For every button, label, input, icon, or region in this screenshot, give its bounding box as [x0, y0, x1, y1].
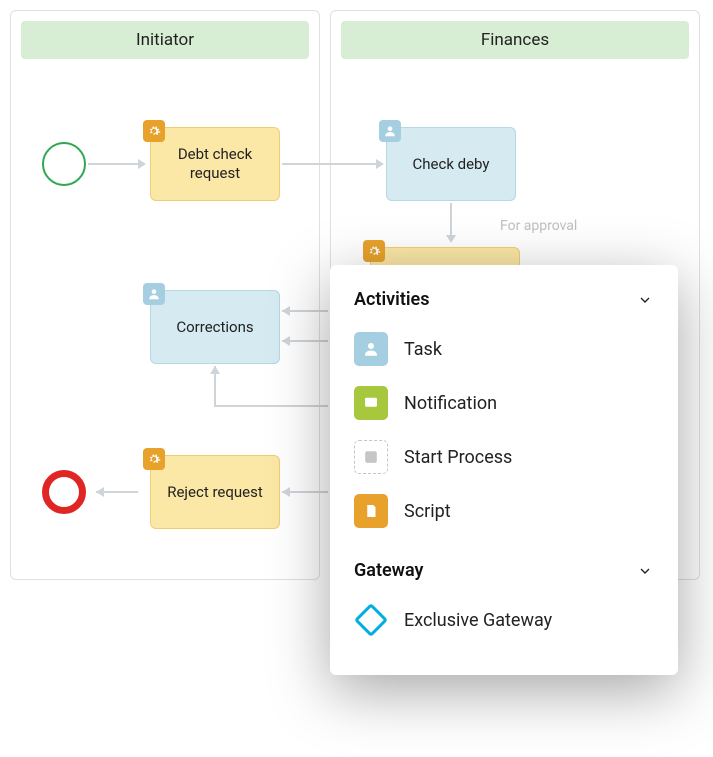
arrowhead-icon: [446, 235, 456, 243]
arrowhead-icon: [96, 487, 104, 497]
task-label: Check deby: [412, 155, 489, 174]
chevron-down-icon: [636, 291, 654, 309]
section-title: Activities: [354, 289, 429, 310]
task-label: Corrections: [176, 318, 253, 337]
connector: [214, 405, 328, 407]
connector: [88, 163, 138, 165]
palette-item-label: Exclusive Gateway: [404, 610, 552, 631]
task-reject-request[interactable]: Reject request: [150, 455, 280, 529]
palette-item-label: Notification: [404, 393, 497, 414]
script-icon: [354, 494, 388, 528]
palette-section-activities[interactable]: Activities: [354, 289, 654, 310]
palette-item-script[interactable]: Script: [354, 484, 654, 538]
palette-item-task[interactable]: Task: [354, 322, 654, 376]
palette-item-label: Start Process: [404, 447, 512, 468]
task-check-deby[interactable]: Check deby: [386, 127, 516, 201]
lane-initiator-header: Initiator: [21, 21, 309, 59]
task-corrections[interactable]: Corrections: [150, 290, 280, 364]
palette-item-label: Task: [404, 339, 442, 360]
connector: [282, 163, 376, 165]
palette-item-label: Script: [404, 501, 451, 522]
user-icon: [143, 283, 165, 305]
edge-label-for-approval: For approval: [500, 218, 577, 234]
lane-finances-header: Finances: [341, 21, 689, 59]
arrowhead-icon: [376, 159, 384, 169]
diamond-icon: [354, 603, 388, 637]
user-icon: [354, 332, 388, 366]
arrowhead-icon: [138, 159, 146, 169]
palette-section-gateway[interactable]: Gateway: [354, 560, 654, 581]
task-label: Debt check request: [161, 145, 269, 183]
start-process-icon: [354, 440, 388, 474]
user-icon: [379, 120, 401, 142]
palette-item-start-process[interactable]: Start Process: [354, 430, 654, 484]
arrowhead-icon: [282, 487, 290, 497]
arrowhead-icon: [282, 336, 290, 346]
gear-icon: [143, 120, 165, 142]
palette-item-exclusive-gateway[interactable]: Exclusive Gateway: [354, 593, 654, 647]
end-event[interactable]: [42, 470, 86, 514]
gear-icon: [143, 448, 165, 470]
notification-icon: [354, 386, 388, 420]
section-title: Gateway: [354, 560, 423, 581]
arrowhead-icon: [282, 306, 290, 316]
start-event[interactable]: [42, 142, 86, 186]
palette-panel: Activities Task Notification Start Proce…: [330, 265, 678, 675]
gear-icon: [363, 240, 385, 262]
connector: [450, 203, 452, 235]
arrowhead-icon: [210, 366, 220, 374]
chevron-down-icon: [636, 562, 654, 580]
task-label: Reject request: [167, 483, 263, 502]
palette-item-notification[interactable]: Notification: [354, 376, 654, 430]
task-debt-check-request[interactable]: Debt check request: [150, 127, 280, 201]
